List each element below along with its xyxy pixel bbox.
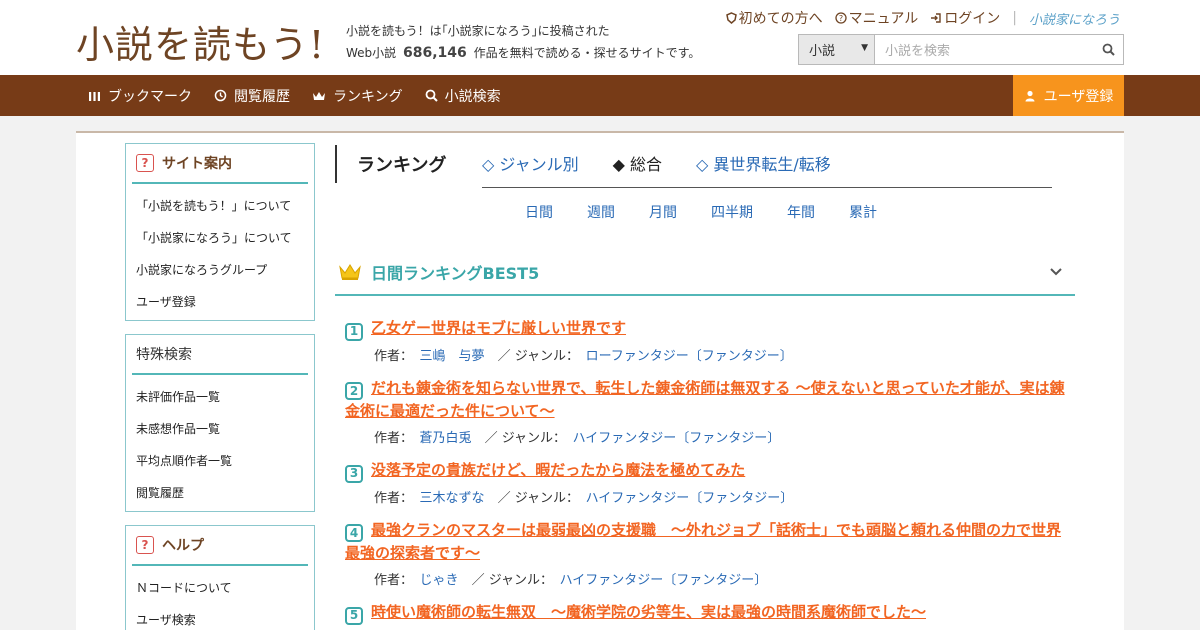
period-total[interactable]: 累計: [849, 202, 877, 222]
search-bar: 小説 ▼ 小説を検索: [798, 34, 1124, 65]
narou-logo[interactable]: 小説家になろう: [1029, 9, 1120, 28]
rank-number: 3: [345, 464, 363, 483]
help-title: ? ヘルプ: [132, 526, 308, 566]
search-type-select[interactable]: 小説 ▼: [799, 35, 875, 64]
chevron-down-icon[interactable]: [1049, 262, 1063, 281]
work-count: 686,146: [403, 45, 467, 61]
ranking-heading: ランキング: [335, 145, 446, 183]
genre-link[interactable]: ローファンタジー〔ファンタジー〕: [586, 349, 793, 364]
novel-title-link[interactable]: 時使い魔術師の転生無双 ～魔術学院の劣等生、実は最強の時間系魔術師でした～: [371, 603, 926, 621]
special-item-avg-authors[interactable]: 平均点順作者一覧: [126, 445, 314, 477]
guide-item-about-yomou[interactable]: 「小説を読もう！」について: [126, 190, 314, 222]
site-header: 小説を読もう! 小説を読もう！は｢小説家になろう｣に投稿された Web小説 68…: [0, 0, 1200, 75]
register-button[interactable]: ユーザ登録: [1013, 75, 1124, 116]
tab-isekai[interactable]: ◇ 異世界転生/転移: [696, 151, 831, 175]
crown-icon: [313, 91, 325, 100]
question-circle-icon: ?: [835, 12, 847, 24]
novel-title-link[interactable]: だれも錬金術を知らない世界で、転生した錬金術師は無双する 〜使えないと思っていた…: [345, 379, 1065, 421]
crown-icon: [339, 264, 361, 280]
genre-link[interactable]: ハイファンタジー〔ファンタジー〕: [560, 573, 768, 588]
bookmark-icon: [89, 91, 100, 101]
tagline-line2: Web小説 686,146 作品を無料で読める・探せるサイトです。: [346, 42, 700, 64]
manual-link[interactable]: ? マニュアル: [835, 8, 918, 28]
special-item-history[interactable]: 閲覧履歴: [126, 477, 314, 509]
period-quarterly[interactable]: 四半期: [711, 202, 753, 222]
site-guide-title: ? サイト案内: [132, 144, 308, 184]
period-monthly[interactable]: 月間: [649, 202, 677, 222]
period-daily[interactable]: 日間: [525, 202, 553, 222]
period-weekly[interactable]: 週間: [587, 202, 615, 222]
help-box: ? ヘルプ Ｎコードについて ユーザ検索: [125, 525, 315, 630]
nav-bookmark[interactable]: ブックマーク: [88, 86, 192, 106]
divider: |: [1012, 10, 1017, 26]
help-item-ncode[interactable]: Ｎコードについて: [126, 572, 314, 604]
ranking-tabs: ◇ ジャンル別 ◆ 総合 ◇ 異世界転生/転移: [482, 151, 831, 175]
nav-search[interactable]: 小説検索: [425, 86, 501, 106]
user-icon: [1025, 90, 1035, 101]
special-item-unrated[interactable]: 未評価作品一覧: [126, 381, 314, 413]
author-link[interactable]: 三木なずな: [420, 491, 485, 506]
guide-item-register[interactable]: ユーザ登録: [126, 286, 314, 318]
nav-history[interactable]: 閲覧履歴: [214, 86, 290, 106]
search-input[interactable]: 小説を検索: [875, 35, 1093, 64]
author-link[interactable]: 三嶋 与夢: [420, 349, 485, 364]
site-tagline: 小説を読もう！は｢小説家になろう｣に投稿された Web小説 686,146 作品…: [346, 20, 700, 64]
novel-title-link[interactable]: 最強クランのマスターは最弱最凶の支援職 ～外れジョブ「話術士」でも頭脳と頼れる仲…: [345, 521, 1061, 563]
genre-link[interactable]: ハイファンタジー〔ファンタジー〕: [573, 431, 781, 446]
novel-title-link[interactable]: 没落予定の貴族だけど、暇だったから魔法を極めてみた: [371, 461, 745, 479]
ranking-entry: 4 最強クランのマスターは最弱最凶の支援職 ～外れジョブ「話術士」でも頭脳と頼れる…: [345, 520, 1062, 588]
question-icon: ?: [136, 536, 154, 554]
author-link[interactable]: 蒼乃白兎: [420, 431, 472, 446]
search-button[interactable]: [1093, 35, 1123, 64]
tagline-pre: Web小説: [346, 46, 397, 60]
ranking-entry: 5 時使い魔術師の転生無双 ～魔術学院の劣等生、実は最強の時間系魔術師でした～: [345, 601, 1070, 625]
tab-overall[interactable]: ◆ 総合: [613, 151, 662, 175]
beginner-link[interactable]: 初めての方へ: [725, 8, 823, 28]
question-icon: ?: [136, 154, 154, 172]
special-search-title: 特殊検索: [132, 335, 308, 375]
special-item-no-review[interactable]: 未感想作品一覧: [126, 413, 314, 445]
rank-number: 2: [345, 382, 363, 400]
author-link[interactable]: じゃき: [420, 573, 459, 588]
ranking-list: 1 乙女ゲー世界はモブに厳しい世界です 作者： 三嶋 与夢 ／ ジャンル： ローフ…: [345, 317, 1070, 630]
ranking-entry: 3 没落予定の貴族だけど、暇だったから魔法を極めてみた 作者： 三木なずな ／ ジ…: [345, 459, 1070, 506]
novel-title-link[interactable]: 乙女ゲー世界はモブに厳しい世界です: [371, 319, 626, 337]
help-item-user-search[interactable]: ユーザ検索: [126, 604, 314, 630]
search-icon: [425, 89, 438, 102]
tab-genre[interactable]: ◇ ジャンル別: [482, 151, 579, 175]
history-icon: [214, 89, 227, 102]
shield-icon: [725, 12, 737, 24]
period-yearly[interactable]: 年間: [787, 202, 815, 222]
main-nav: ブックマーク 閲覧履歴 ランキング 小説検索 ユーザ登録: [0, 75, 1200, 116]
rank-number: 5: [345, 606, 363, 625]
divider: [482, 187, 1052, 188]
nav-ranking[interactable]: ランキング: [312, 86, 403, 106]
genre-link[interactable]: ハイファンタジー〔ファンタジー〕: [586, 491, 794, 506]
search-icon: [1102, 43, 1115, 56]
site-guide-box: ? サイト案内 「小説を読もう！」について 「小説家になろう」について 小説家に…: [125, 143, 315, 321]
ranking-entry: 2 だれも錬金術を知らない世界で、転生した錬金術師は無双する 〜使えないと思ってい…: [345, 378, 1065, 446]
guide-item-narou-group[interactable]: 小説家になろうグループ: [126, 254, 314, 286]
dropdown-arrow-icon: ▼: [861, 43, 868, 53]
guide-item-about-narou[interactable]: 「小説家になろう」について: [126, 222, 314, 254]
login-icon: [931, 13, 941, 23]
rank-number: 4: [345, 524, 363, 542]
site-logo[interactable]: 小説を読もう!: [76, 14, 325, 69]
svg-text:?: ?: [839, 14, 843, 23]
rank-number: 1: [345, 322, 363, 341]
main-content: ? サイト案内 「小説を読もう！」について 「小説家になろう」について 小説家に…: [76, 131, 1124, 630]
special-search-box: 特殊検索 未評価作品一覧 未感想作品一覧 平均点順作者一覧 閲覧履歴: [125, 334, 315, 512]
login-link[interactable]: ログイン: [930, 8, 1000, 28]
top-links: 初めての方へ ? マニュアル ログイン | 小説家になろう: [725, 8, 1120, 28]
tagline-line1: 小説を読もう！は｢小説家になろう｣に投稿された: [346, 24, 610, 38]
ranking-entry: 1 乙女ゲー世界はモブに厳しい世界です 作者： 三嶋 与夢 ／ ジャンル： ローフ…: [345, 317, 1070, 364]
period-tabs: 日間 週間 月間 四半期 年間 累計: [525, 202, 877, 222]
tagline-post: 作品を無料で読める・探せるサイトです。: [473, 46, 701, 60]
daily-best-header[interactable]: 日間ランキングBEST5: [335, 250, 1075, 296]
